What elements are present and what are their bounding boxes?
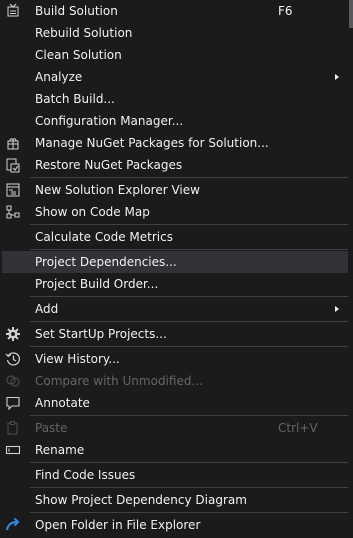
menu-item-label: Restore NuGet Packages [35,158,183,172]
history-icon [5,351,21,367]
menu-separator [30,296,348,297]
menu-separator [30,462,348,463]
menu-item-calculate-code-metrics[interactable]: Calculate Code Metrics [2,226,348,248]
compare-icon [5,373,21,389]
menu-item-build-solution[interactable]: Build Solution F6 [2,0,348,22]
menu-scrollbar[interactable] [349,0,353,538]
menu-separator [30,224,348,225]
solution-context-menu: Build Solution F6 Rebuild Solution Clean… [0,0,353,538]
menu-item-add[interactable]: Add [2,298,348,320]
code-map-icon [5,204,21,220]
menu-item-label: Project Build Order... [35,277,159,291]
gear-icon [5,326,21,342]
menu-item-label: Manage NuGet Packages for Solution... [35,136,269,150]
menu-item-view-history[interactable]: View History... [2,348,348,370]
menu-item-restore-nuget[interactable]: Restore NuGet Packages [2,154,348,176]
menu-item-label: Batch Build... [35,92,115,106]
menu-item-label: Set StartUp Projects... [35,327,167,341]
menu-item-label: Paste [35,421,68,435]
menu-item-shortcut: Ctrl+V [278,421,318,435]
menu-separator [30,512,348,513]
menu-item-label: Project Dependencies... [35,255,177,269]
menu-item-compare-with-unmodified: Compare with Unmodified... [2,370,348,392]
menu-item-analyze[interactable]: Analyze [2,66,348,88]
menu-item-label: Build Solution [35,4,118,18]
menu-item-project-build-order[interactable]: Project Build Order... [2,273,348,295]
menu-item-show-project-dependency-diagram[interactable]: Show Project Dependency Diagram [2,489,348,511]
annotate-icon [5,395,21,411]
menu-item-label: Annotate [35,396,90,410]
menu-item-label: Compare with Unmodified... [35,374,203,388]
menu-item-label: New Solution Explorer View [35,183,200,197]
open-folder-icon [5,517,21,533]
menu-item-label: Show Project Dependency Diagram [35,493,247,507]
menu-item-label: View History... [35,352,120,366]
menu-item-label: Show on Code Map [35,205,150,219]
menu-item-open-folder-in-file-explorer[interactable]: Open Folder in File Explorer [2,514,348,536]
menu-separator [30,346,348,347]
menu-item-label: Rebuild Solution [35,26,133,40]
menu-item-label: Find Code Issues [35,468,136,482]
menu-item-shortcut: F6 [278,4,293,18]
rename-icon [5,442,21,458]
menu-item-show-on-code-map[interactable]: Show on Code Map [2,201,348,223]
menu-separator [30,177,348,178]
menu-item-paste: Paste Ctrl+V [2,417,348,439]
menu-separator [30,487,348,488]
menu-item-label: Rename [35,443,85,457]
menu-item-batch-build[interactable]: Batch Build... [2,88,348,110]
menu-item-rename[interactable]: Rename [2,439,348,461]
menu-item-label: Open Folder in File Explorer [35,518,201,532]
paste-icon [5,420,21,436]
menu-item-clean-solution[interactable]: Clean Solution [2,44,348,66]
menu-item-rebuild-solution[interactable]: Rebuild Solution [2,22,348,44]
menu-item-manage-nuget[interactable]: Manage NuGet Packages for Solution... [2,132,348,154]
menu-item-set-startup-projects[interactable]: Set StartUp Projects... [2,323,348,345]
nuget-package-icon [5,135,21,151]
build-solution-icon [5,3,21,19]
menu-item-annotate[interactable]: Annotate [2,392,348,414]
menu-item-new-solution-explorer-view[interactable]: New Solution Explorer View [2,179,348,201]
menu-item-label: Calculate Code Metrics [35,230,173,244]
menu-item-label: Add [35,302,59,316]
menu-item-label: Configuration Manager... [35,114,184,128]
menu-separator [30,321,348,322]
menu-separator [30,415,348,416]
menu-separator [30,249,348,250]
restore-packages-icon [5,157,21,173]
new-explorer-view-icon [5,182,21,198]
menu-item-project-dependencies[interactable]: Project Dependencies... [2,251,348,273]
submenu-arrow-icon [335,306,339,312]
menu-item-configuration-manager[interactable]: Configuration Manager... [2,110,348,132]
menu-item-find-code-issues[interactable]: Find Code Issues [2,464,348,486]
menu-item-label: Clean Solution [35,48,122,62]
menu-scrollbar-thumb[interactable] [349,0,353,28]
submenu-arrow-icon [335,74,339,80]
menu-item-label: Analyze [35,70,83,84]
